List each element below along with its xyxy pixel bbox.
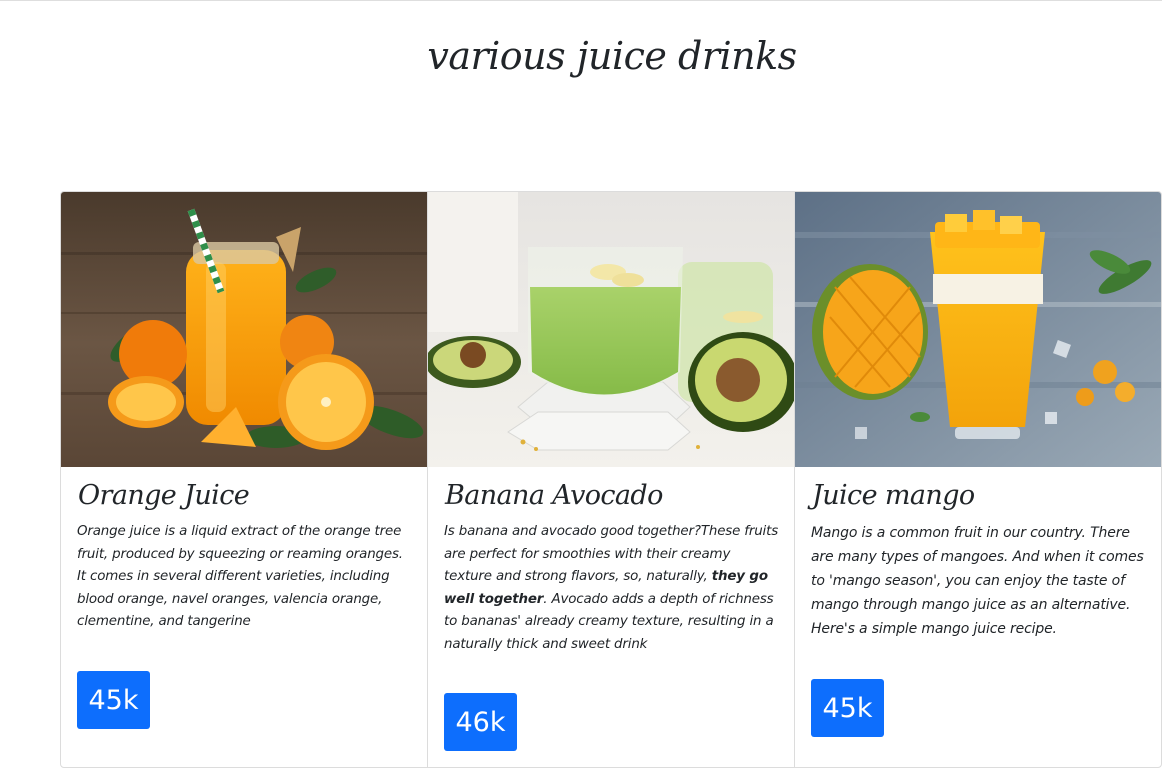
mango-juice-image — [795, 192, 1161, 467]
page-title: various juice drinks — [427, 34, 797, 78]
likes-count-button[interactable]: 46k — [444, 693, 517, 751]
likes-count-button[interactable]: 45k — [811, 679, 884, 737]
card-orange-juice: Orange Juice Orange juice is a liquid ex… — [61, 192, 428, 767]
card-title: Juice mango — [812, 480, 975, 511]
top-divider — [0, 0, 1162, 1]
card-description: Is banana and avocado good together?Thes… — [444, 524, 779, 652]
card-title: Banana Avocado — [445, 480, 663, 511]
card-juice-mango: Juice mango Mango is a common fruit in o… — [795, 192, 1161, 767]
likes-count-button[interactable]: 45k — [77, 671, 150, 729]
card-description: Mango is a common fruit in our country. … — [811, 525, 1144, 637]
banana-avocado-image — [428, 192, 794, 467]
card-group: Orange Juice Orange juice is a liquid ex… — [60, 191, 1162, 768]
card-title: Orange Juice — [78, 480, 250, 511]
card-description: Orange juice is a liquid extract of the … — [77, 524, 403, 629]
card-banana-avocado: Banana Avocado Is banana and avocado goo… — [428, 192, 795, 767]
orange-juice-image — [61, 192, 427, 467]
